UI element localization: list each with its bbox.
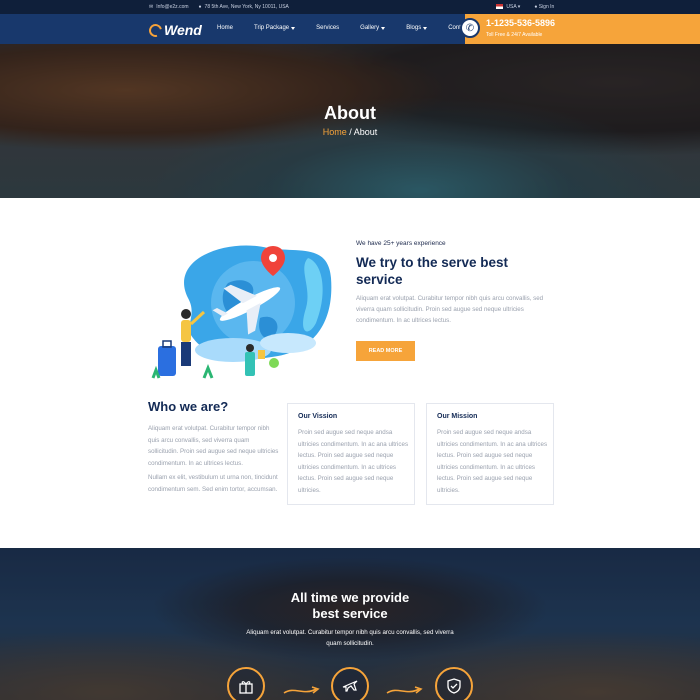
breadcrumb-separator: / [346, 127, 354, 137]
nav-item-trip-package[interactable]: Trip Package [254, 25, 296, 31]
breadcrumb-current: About [353, 127, 378, 137]
nav-item-blogs[interactable]: Blogs [406, 25, 428, 31]
plane-icon [331, 667, 369, 700]
top-bar: ✉ Info@e2z.com ● 78 5th Ave, New York, N… [0, 0, 700, 14]
nav-item-label: Trip Package [254, 25, 290, 31]
page-title: About [324, 103, 376, 123]
signin-link[interactable]: ● Sign In [534, 4, 554, 10]
band-title: All time we provide best service [0, 590, 700, 622]
shield-icon [435, 667, 473, 700]
vision-title: Our Vission [298, 413, 338, 420]
logo-mark-icon [146, 21, 165, 39]
nav-menu: Home Trip Package Services Gallery Blogs… [217, 25, 499, 31]
experience-tagline: We have 25+ years experience [356, 240, 446, 247]
email-text: Info@e2z.com [156, 4, 189, 10]
phone-number[interactable]: 1-1235-536-5896 [486, 18, 555, 28]
vision-card: Our Vission Proin sed augue sed neque an… [287, 403, 415, 505]
who-paragraph-2: Nullam ex elit, vestibulum ut urna non, … [148, 474, 278, 493]
usa-flag-icon [496, 4, 503, 10]
toll-free-text: Toll Free & 24/7 Available [486, 32, 543, 38]
read-more-button[interactable]: READ MORE [356, 341, 415, 361]
arrow-right-icon [386, 686, 423, 694]
cloud [260, 333, 316, 353]
mission-card: Our Mission Proin sed augue sed neque an… [426, 403, 554, 505]
top-contact: ✉ Info@e2z.com ● 78 5th Ave, New York, N… [149, 4, 289, 10]
band-text: Aliquam erat volutpat. Curabitur tempor … [246, 629, 454, 647]
who-paragraph-1: Aliquam erat volutpat. Curabitur tempor … [148, 425, 279, 467]
experience-title: We try to the serve best service [356, 255, 509, 287]
chevron-down-icon [423, 26, 428, 30]
address-item: ● 78 5th Ave, New York, Ny 10011, USA [199, 4, 289, 10]
breadcrumb: Home / About [0, 127, 700, 137]
suitcase-icon [158, 340, 176, 376]
nav-item-gallery[interactable]: Gallery [360, 25, 386, 31]
who-we-are-title: Who we are? [148, 399, 229, 414]
nav-item-home[interactable]: Home [217, 25, 233, 31]
address-text: 78 5th Ave, New York, Ny 10011, USA [204, 4, 289, 10]
country-select[interactable]: USA ▾ [496, 4, 520, 10]
nav-item-label: Gallery [360, 25, 380, 31]
mission-text: Proin sed augue sed neque andsa ultricie… [437, 429, 548, 494]
mail-icon: ✉ [149, 4, 154, 10]
vision-text: Proin sed augue sed neque andsa ultricie… [298, 429, 409, 494]
experience-text: Aliquam erat volutpat. Curabitur tempor … [356, 295, 544, 324]
phone-icon: ✆ [460, 18, 480, 38]
country-label: USA [506, 4, 517, 10]
top-right: USA ▾ ● Sign In [496, 4, 554, 10]
nav-item-label: Blogs [406, 25, 422, 31]
chevron-down-icon [381, 26, 386, 30]
gift-icon [227, 667, 265, 700]
mission-title: Our Mission [437, 413, 478, 420]
band-title-line-1: All time we provide [290, 590, 410, 605]
nav-item-label: Home [217, 25, 234, 31]
travel-illustration [151, 245, 332, 379]
band-title-line-2: best service [312, 606, 388, 621]
nav-item-services[interactable]: Services [316, 25, 339, 31]
user-icon: ● [534, 4, 538, 10]
logo[interactable]: Wend [146, 21, 202, 39]
chevron-down-icon [291, 26, 296, 30]
location-pin-icon: ● [198, 4, 202, 10]
signin-label: Sign In [538, 4, 555, 10]
breadcrumb-home[interactable]: Home [323, 127, 347, 137]
email-item[interactable]: ✉ Info@e2z.com [149, 4, 189, 10]
arrow-right-icon [283, 686, 320, 694]
nav-item-label: Services [316, 25, 340, 31]
logo-text: Wend [164, 22, 202, 38]
